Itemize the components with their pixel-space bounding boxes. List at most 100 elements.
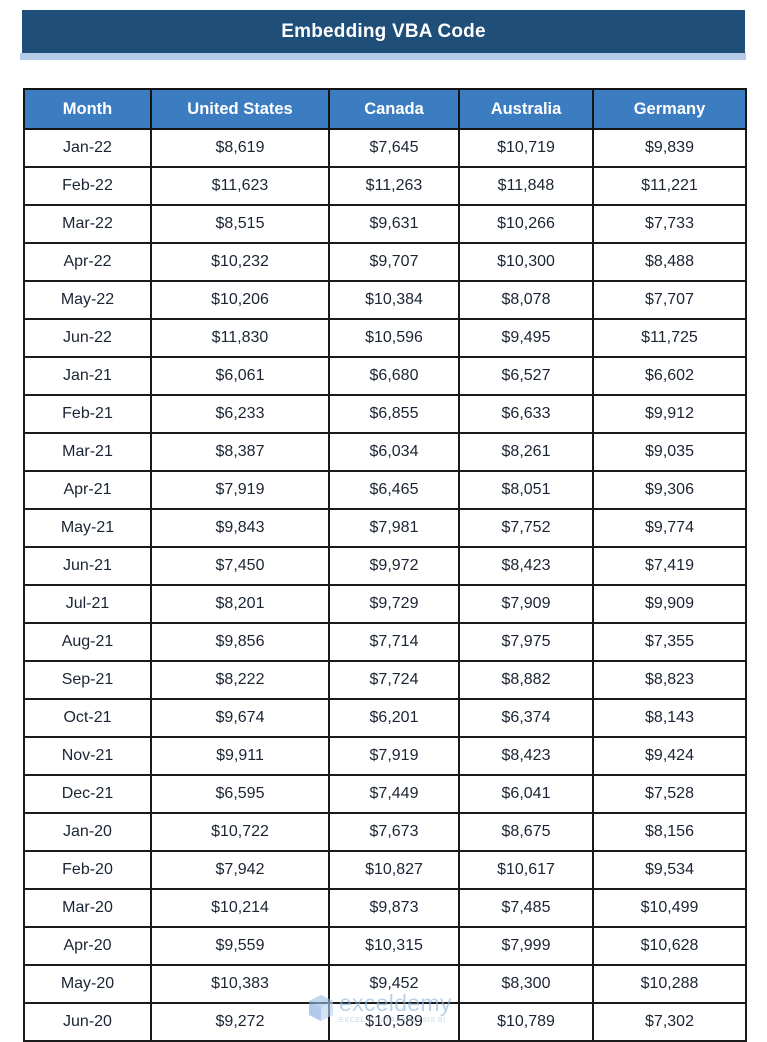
cell-canada[interactable]: $9,707 <box>328 242 460 282</box>
cell-united-states[interactable]: $8,222 <box>150 660 330 700</box>
cell-australia[interactable]: $8,300 <box>458 964 594 1004</box>
cell-canada[interactable]: $10,315 <box>328 926 460 966</box>
cell-united-states[interactable]: $9,911 <box>150 736 330 776</box>
cell-month[interactable]: Jun-20 <box>23 1002 152 1042</box>
column-header-germany[interactable]: Germany <box>592 88 747 130</box>
cell-canada[interactable]: $7,714 <box>328 622 460 662</box>
cell-canada[interactable]: $10,596 <box>328 318 460 358</box>
cell-canada[interactable]: $9,972 <box>328 546 460 586</box>
cell-united-states[interactable]: $9,843 <box>150 508 330 548</box>
cell-canada[interactable]: $9,729 <box>328 584 460 624</box>
cell-germany[interactable]: $8,823 <box>592 660 747 700</box>
cell-australia[interactable]: $6,041 <box>458 774 594 814</box>
cell-month[interactable]: Sep-21 <box>23 660 152 700</box>
cell-germany[interactable]: $8,488 <box>592 242 747 282</box>
cell-united-states[interactable]: $8,619 <box>150 128 330 168</box>
cell-australia[interactable]: $9,495 <box>458 318 594 358</box>
cell-month[interactable]: Dec-21 <box>23 774 152 814</box>
cell-germany[interactable]: $9,912 <box>592 394 747 434</box>
cell-month[interactable]: May-21 <box>23 508 152 548</box>
column-header-canada[interactable]: Canada <box>328 88 460 130</box>
cell-month[interactable]: Mar-20 <box>23 888 152 928</box>
cell-germany[interactable]: $10,499 <box>592 888 747 928</box>
cell-month[interactable]: May-20 <box>23 964 152 1004</box>
cell-month[interactable]: Jan-20 <box>23 812 152 852</box>
cell-germany[interactable]: $7,733 <box>592 204 747 244</box>
cell-month[interactable]: Jul-21 <box>23 584 152 624</box>
cell-australia[interactable]: $8,078 <box>458 280 594 320</box>
cell-germany[interactable]: $7,302 <box>592 1002 747 1042</box>
cell-united-states[interactable]: $8,387 <box>150 432 330 472</box>
cell-australia[interactable]: $7,999 <box>458 926 594 966</box>
cell-united-states[interactable]: $7,919 <box>150 470 330 510</box>
cell-canada[interactable]: $9,873 <box>328 888 460 928</box>
cell-united-states[interactable]: $6,595 <box>150 774 330 814</box>
cell-germany[interactable]: $9,839 <box>592 128 747 168</box>
cell-canada[interactable]: $6,201 <box>328 698 460 738</box>
cell-canada[interactable]: $6,034 <box>328 432 460 472</box>
cell-australia[interactable]: $8,675 <box>458 812 594 852</box>
cell-united-states[interactable]: $9,272 <box>150 1002 330 1042</box>
cell-month[interactable]: Oct-21 <box>23 698 152 738</box>
cell-united-states[interactable]: $9,559 <box>150 926 330 966</box>
cell-australia[interactable]: $8,423 <box>458 546 594 586</box>
cell-australia[interactable]: $10,719 <box>458 128 594 168</box>
cell-united-states[interactable]: $10,232 <box>150 242 330 282</box>
cell-germany[interactable]: $8,143 <box>592 698 747 738</box>
cell-germany[interactable]: $11,725 <box>592 318 747 358</box>
cell-germany[interactable]: $10,288 <box>592 964 747 1004</box>
cell-australia[interactable]: $6,374 <box>458 698 594 738</box>
cell-australia[interactable]: $8,261 <box>458 432 594 472</box>
cell-germany[interactable]: $11,221 <box>592 166 747 206</box>
cell-united-states[interactable]: $10,206 <box>150 280 330 320</box>
cell-germany[interactable]: $9,774 <box>592 508 747 548</box>
cell-month[interactable]: Nov-21 <box>23 736 152 776</box>
cell-australia[interactable]: $8,051 <box>458 470 594 510</box>
cell-canada[interactable]: $7,449 <box>328 774 460 814</box>
cell-month[interactable]: Jun-22 <box>23 318 152 358</box>
cell-month[interactable]: Feb-20 <box>23 850 152 890</box>
cell-australia[interactable]: $7,485 <box>458 888 594 928</box>
cell-united-states[interactable]: $10,722 <box>150 812 330 852</box>
cell-month[interactable]: Feb-22 <box>23 166 152 206</box>
cell-germany[interactable]: $7,355 <box>592 622 747 662</box>
cell-month[interactable]: Feb-21 <box>23 394 152 434</box>
cell-united-states[interactable]: $10,383 <box>150 964 330 1004</box>
cell-united-states[interactable]: $11,830 <box>150 318 330 358</box>
cell-month[interactable]: Apr-21 <box>23 470 152 510</box>
cell-germany[interactable]: $9,306 <box>592 470 747 510</box>
cell-australia[interactable]: $8,882 <box>458 660 594 700</box>
cell-canada[interactable]: $10,589 <box>328 1002 460 1042</box>
cell-australia[interactable]: $6,633 <box>458 394 594 434</box>
cell-germany[interactable]: $9,424 <box>592 736 747 776</box>
cell-united-states[interactable]: $6,233 <box>150 394 330 434</box>
cell-united-states[interactable]: $9,856 <box>150 622 330 662</box>
cell-canada[interactable]: $6,855 <box>328 394 460 434</box>
cell-australia[interactable]: $11,848 <box>458 166 594 206</box>
column-header-united-states[interactable]: United States <box>150 88 330 130</box>
cell-united-states[interactable]: $8,201 <box>150 584 330 624</box>
cell-australia[interactable]: $10,617 <box>458 850 594 890</box>
cell-united-states[interactable]: $10,214 <box>150 888 330 928</box>
cell-germany[interactable]: $7,707 <box>592 280 747 320</box>
cell-germany[interactable]: $9,909 <box>592 584 747 624</box>
cell-canada[interactable]: $7,673 <box>328 812 460 852</box>
cell-germany[interactable]: $9,534 <box>592 850 747 890</box>
cell-united-states[interactable]: $6,061 <box>150 356 330 396</box>
cell-germany[interactable]: $6,602 <box>592 356 747 396</box>
cell-canada[interactable]: $10,827 <box>328 850 460 890</box>
cell-australia[interactable]: $10,300 <box>458 242 594 282</box>
cell-australia[interactable]: $8,423 <box>458 736 594 776</box>
cell-germany[interactable]: $10,628 <box>592 926 747 966</box>
cell-canada[interactable]: $6,465 <box>328 470 460 510</box>
cell-canada[interactable]: $9,452 <box>328 964 460 1004</box>
cell-month[interactable]: Aug-21 <box>23 622 152 662</box>
cell-germany[interactable]: $7,528 <box>592 774 747 814</box>
cell-australia[interactable]: $7,909 <box>458 584 594 624</box>
cell-australia[interactable]: $7,752 <box>458 508 594 548</box>
cell-united-states[interactable]: $11,623 <box>150 166 330 206</box>
cell-germany[interactable]: $7,419 <box>592 546 747 586</box>
cell-canada[interactable]: $9,631 <box>328 204 460 244</box>
cell-united-states[interactable]: $8,515 <box>150 204 330 244</box>
cell-month[interactable]: Apr-22 <box>23 242 152 282</box>
